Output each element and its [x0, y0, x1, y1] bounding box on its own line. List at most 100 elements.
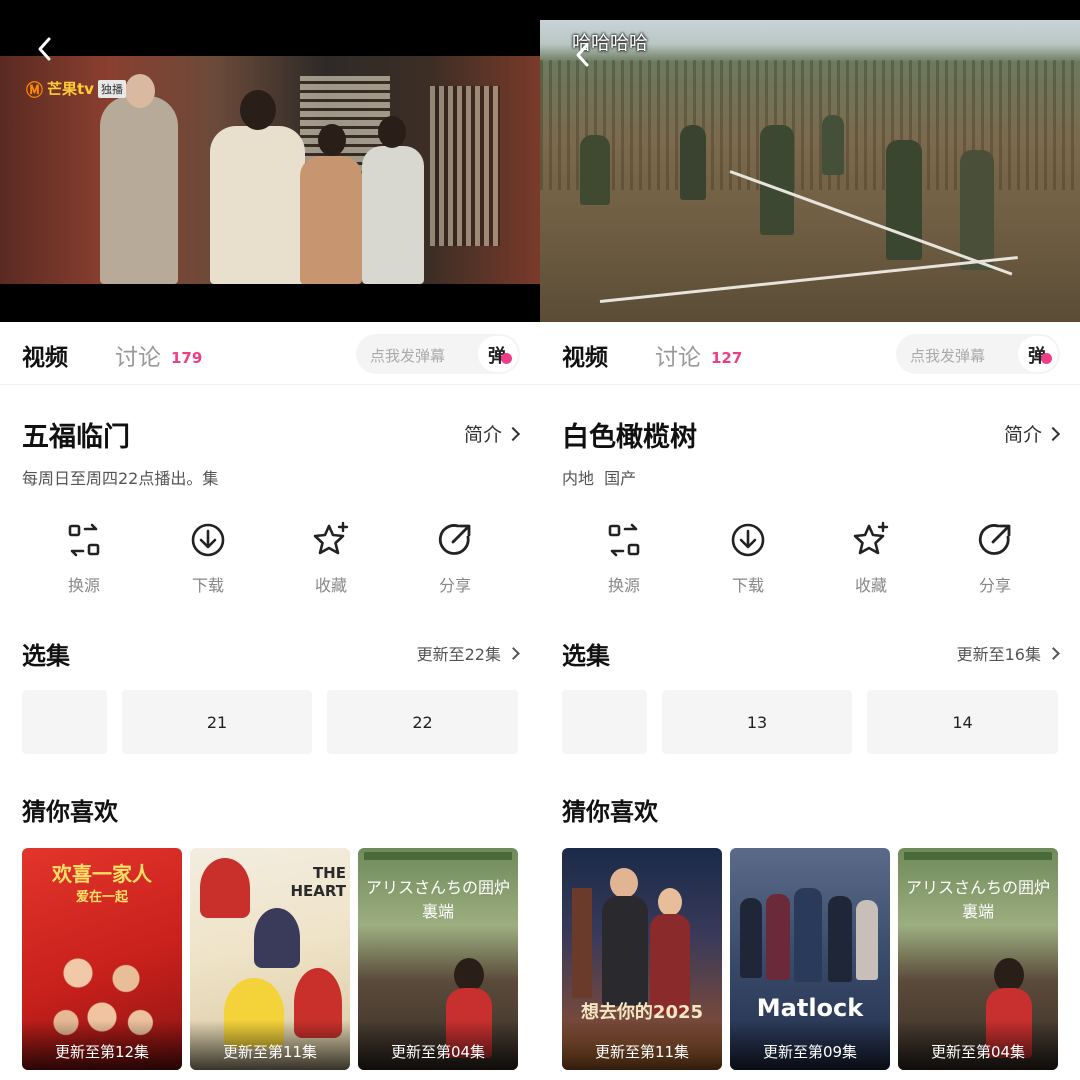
- intro-label: 简介: [1003, 424, 1042, 446]
- show-meta: 内地 国产: [562, 469, 637, 488]
- favorite-star-icon: [313, 521, 349, 555]
- chevron-right-icon: [507, 646, 520, 660]
- mango-tv-logo: Ⓜ 芒果tv 独播: [26, 76, 126, 101]
- episode-item[interactable]: 22: [327, 690, 518, 754]
- share-button[interactable]: 分享: [405, 520, 505, 596]
- poster-title: アリスさんちの囲炉裏端: [906, 878, 1051, 921]
- poster-title: 欢喜一家人: [52, 862, 152, 886]
- episode-item[interactable]: 21: [122, 690, 312, 754]
- episode-item[interactable]: [22, 690, 107, 754]
- danmu-input[interactable]: 点我发弹幕 弹: [896, 334, 1060, 374]
- switch-source-button[interactable]: 换源: [574, 520, 674, 596]
- download-label: 下载: [731, 576, 764, 595]
- video-player[interactable]: 哈哈哈哈: [540, 20, 1080, 322]
- right-screen: 哈哈哈哈 视频 讨论 127 点我发弹幕 弹 白色橄榄树 简介 内地 国产 换源…: [540, 0, 1080, 1080]
- recommend-card[interactable]: THE HEART 更新至第11集: [190, 848, 350, 1070]
- status-bar: [0, 0, 540, 20]
- tab-video[interactable]: 视频: [562, 338, 608, 372]
- switch-source-label: 换源: [607, 576, 640, 595]
- recommend-card[interactable]: 想去你的2025 更新至第11集: [562, 848, 722, 1070]
- episodes-title: 选集: [562, 642, 610, 670]
- episodes-more-link[interactable]: 更新至16集: [956, 641, 1060, 665]
- recommend-card[interactable]: 欢喜一家人 爱在一起 更新至第12集: [22, 848, 182, 1070]
- download-button[interactable]: 下载: [698, 520, 798, 596]
- favorite-button[interactable]: 收藏: [821, 520, 921, 596]
- recommend-title: 猜你喜欢: [562, 798, 658, 826]
- left-screen: Ⓜ 芒果tv 独播 视频 讨论 179 点我发弹幕 弹 五福临门 简介 每周日至…: [0, 0, 540, 1080]
- danmu-placeholder: 点我发弹幕: [910, 347, 986, 365]
- card-caption: 更新至第11集: [222, 1043, 318, 1061]
- card-caption: 更新至第11集: [594, 1043, 690, 1061]
- action-row: 换源 下载 收藏 分享: [540, 520, 1080, 600]
- video-player[interactable]: Ⓜ 芒果tv 独播: [0, 20, 540, 322]
- episodes-update-text: 更新至16集: [956, 645, 1041, 664]
- back-icon: [576, 43, 589, 67]
- recommend-card[interactable]: アリスさんちの囲炉裏端 更新至第04集: [898, 848, 1058, 1070]
- tab-video[interactable]: 视频: [22, 338, 68, 372]
- tab-bar: 视频 讨论 127 点我发弹幕 弹: [540, 322, 1080, 385]
- card-caption: 更新至第04集: [390, 1043, 486, 1061]
- danmu-input[interactable]: 点我发弹幕 弹: [356, 334, 520, 374]
- tab-discussion[interactable]: 讨论: [115, 338, 161, 372]
- switch-source-icon: [68, 523, 100, 557]
- poster-subtitle: 爱在一起: [75, 890, 128, 905]
- discussion-count: 127: [711, 349, 743, 367]
- poster-title: THE HEART: [290, 864, 346, 900]
- back-icon: [38, 37, 51, 61]
- episode-item[interactable]: 14: [867, 690, 1058, 754]
- danmu-placeholder: 点我发弹幕: [370, 347, 446, 365]
- switch-source-button[interactable]: 换源: [34, 520, 134, 596]
- share-icon: [438, 524, 471, 555]
- switch-source-label: 换源: [67, 576, 100, 595]
- episodes-more-link[interactable]: 更新至22集: [416, 641, 520, 665]
- mango-logo-icon: Ⓜ: [26, 81, 43, 101]
- download-label: 下载: [191, 576, 224, 595]
- card-caption: 更新至第12集: [54, 1043, 150, 1061]
- poster-title: アリスさんちの囲炉裏端: [366, 878, 511, 921]
- share-icon: [978, 524, 1011, 555]
- recommend-title: 猜你喜欢: [22, 798, 118, 826]
- share-label: 分享: [978, 576, 1011, 595]
- episodes-title: 选集: [22, 642, 70, 670]
- intro-label: 简介: [463, 424, 502, 446]
- show-meta: 每周日至周四22点播出。集: [22, 469, 219, 488]
- logo-brand-text: 芒果tv: [47, 80, 94, 98]
- danmu-toggle-dot-icon: [1041, 353, 1052, 364]
- episode-item[interactable]: [562, 690, 647, 754]
- share-label: 分享: [438, 576, 471, 595]
- switch-source-icon: [608, 523, 640, 557]
- discussion-count: 179: [171, 349, 203, 367]
- back-button[interactable]: [30, 34, 60, 64]
- danmu-toggle-button[interactable]: 弹: [1018, 336, 1058, 372]
- show-title: 五福临门: [22, 422, 130, 453]
- episode-item[interactable]: 13: [662, 690, 852, 754]
- status-bar: [540, 0, 1080, 20]
- card-caption: 更新至第09集: [762, 1043, 858, 1061]
- recommend-card[interactable]: アリスさんちの囲炉裏端 更新至第04集: [358, 848, 518, 1070]
- download-icon: [191, 523, 225, 557]
- download-button[interactable]: 下载: [158, 520, 258, 596]
- action-row: 换源 下载 收藏 分享: [0, 520, 540, 600]
- share-button[interactable]: 分享: [945, 520, 1045, 596]
- danmu-toggle-dot-icon: [501, 353, 512, 364]
- back-button[interactable]: [568, 40, 598, 70]
- favorite-button[interactable]: 收藏: [281, 520, 381, 596]
- chevron-right-icon: [1045, 426, 1061, 441]
- episodes-update-text: 更新至22集: [416, 645, 501, 664]
- intro-link[interactable]: 简介: [463, 420, 521, 447]
- tab-discussion[interactable]: 讨论: [655, 338, 701, 372]
- favorite-label: 收藏: [314, 576, 347, 595]
- download-icon: [731, 523, 765, 557]
- show-title: 白色橄榄树: [562, 422, 697, 453]
- card-caption: 更新至第04集: [930, 1043, 1026, 1061]
- danmu-toggle-button[interactable]: 弹: [478, 336, 518, 372]
- exclusive-badge: 独播: [97, 79, 126, 98]
- chevron-right-icon: [505, 426, 521, 441]
- intro-link[interactable]: 简介: [1003, 420, 1061, 447]
- chevron-right-icon: [1047, 646, 1060, 660]
- poster-title: Matlock: [756, 994, 864, 1022]
- recommend-card[interactable]: Matlock 更新至第09集: [730, 848, 890, 1070]
- tab-bar: 视频 讨论 179 点我发弹幕 弹: [0, 322, 540, 385]
- favorite-label: 收藏: [854, 576, 887, 595]
- favorite-star-icon: [853, 521, 889, 555]
